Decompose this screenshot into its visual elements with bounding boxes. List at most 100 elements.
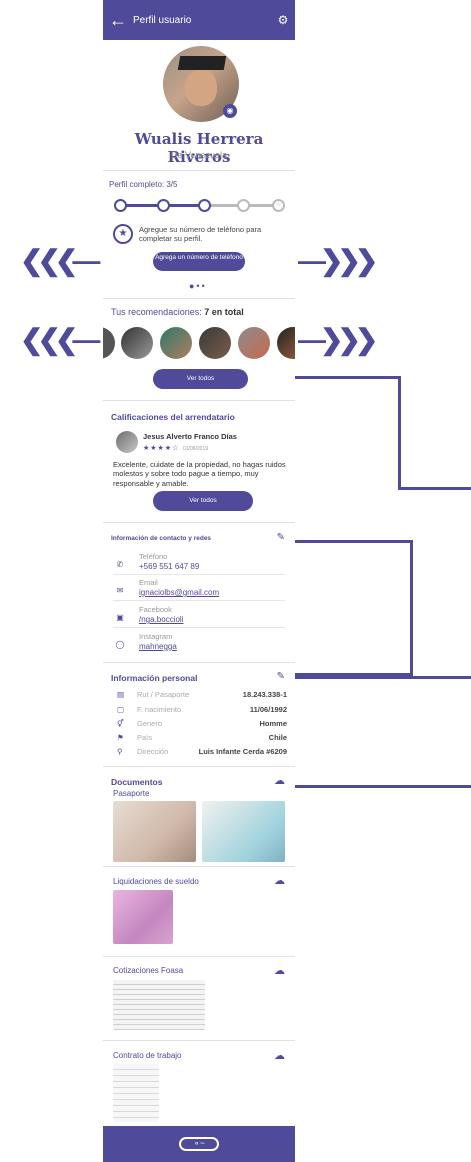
facebook-icon: ▣ — [116, 613, 124, 622]
personal-value: 18.243.338-1 — [242, 690, 287, 699]
settings-gear-icon[interactable]: ⚙ — [271, 13, 295, 27]
carousel-pager: ●•• — [189, 281, 207, 291]
profile-name: Wualis Herrera Riveros — [134, 130, 264, 166]
recommendations-see-all-label: Ver todos — [186, 375, 215, 382]
personal-row-birth: ▢ F. nacimiento 11/06/1992 — [117, 705, 287, 719]
recommendation-avatar[interactable] — [277, 327, 295, 359]
document-section-label: Liquidaciones de sueldo — [113, 877, 199, 886]
personal-row-gender: ⚥ Genero Homme — [117, 719, 287, 733]
top-bar: ← Perfil usuario ⚙ — [103, 0, 295, 40]
contact-label: Facebook — [139, 605, 172, 614]
contact-row-phone[interactable]: ✆ Teléfono +569 551 647 89 — [113, 552, 285, 574]
personal-row-address: ⚲ Dirección Luis Infante Cerda #6209 — [117, 747, 287, 761]
contact-label: Teléfono — [139, 552, 168, 561]
location-icon: ⚲ — [117, 747, 123, 756]
upload-cloud-icon[interactable]: ☁ — [274, 964, 285, 977]
salary-document-thumbnail[interactable] — [113, 890, 173, 944]
instagram-icon: ◯ — [115, 640, 125, 649]
cake-icon: ▢ — [117, 705, 125, 714]
personal-info-title: Información personal — [111, 673, 198, 683]
profile-country: De Venezuela — [170, 150, 228, 160]
passport-photo-2[interactable] — [202, 801, 285, 862]
recommendation-avatar[interactable] — [103, 327, 115, 359]
progress-step-4 — [237, 199, 250, 212]
review-text: Excelente, cuidate de la propiedad, no h… — [113, 460, 286, 488]
landlord-name: Jesus Alverto Franco Días — [143, 432, 237, 441]
mail-icon: ✉ — [116, 586, 124, 595]
carousel-next-arrow-1[interactable]: —❯❯❯ — [298, 244, 378, 277]
connector-line-2 — [295, 540, 413, 676]
recommendations-count: 7 en total — [204, 307, 244, 317]
upload-cloud-icon[interactable]: ☁ — [274, 774, 285, 787]
divider — [103, 866, 295, 867]
progress-step-3 — [198, 199, 211, 212]
connector-line-1-end — [398, 487, 471, 490]
recommendation-avatar[interactable] — [160, 327, 192, 359]
landlord-ratings-title: Calificaciones del arrendatario — [111, 412, 235, 422]
gender-icon: ⚥ — [117, 719, 124, 728]
personal-row-country: ⚑ País Chile — [117, 733, 287, 747]
connector-line-2-end — [295, 676, 471, 679]
carousel-prev-arrow-2[interactable]: ❮❮❮— — [20, 323, 100, 356]
contact-row-instagram[interactable]: ◯ Instagram mahnegga — [113, 632, 285, 654]
contact-row-facebook[interactable]: ▣ Facebook /nga.boccioli — [113, 605, 285, 627]
profile-avatar[interactable]: ◉ — [163, 46, 239, 122]
contact-label: Email — [139, 578, 158, 587]
camera-icon[interactable]: ◉ — [223, 104, 237, 118]
personal-value: Chile — [268, 733, 287, 742]
star-badge-icon: ★ — [113, 224, 133, 244]
personal-label: F. nacimiento — [137, 705, 182, 714]
carousel-next-arrow-2[interactable]: —❯❯❯ — [298, 323, 378, 356]
upload-cloud-icon[interactable]: ☁ — [274, 874, 285, 887]
divider — [103, 662, 295, 663]
graduation-cap — [177, 56, 227, 70]
contact-label: Instagram — [139, 632, 173, 641]
personal-label: Dirección — [137, 747, 169, 756]
ratings-see-all-button[interactable]: Ver todos — [153, 491, 253, 511]
divider — [103, 766, 295, 767]
divider — [103, 522, 295, 523]
landlord-avatar[interactable] — [116, 431, 138, 453]
contract-document-thumbnail[interactable] — [113, 1064, 159, 1122]
divider — [103, 298, 295, 299]
contributions-document-thumbnail[interactable] — [113, 980, 205, 1030]
back-arrow-icon[interactable]: ← — [103, 0, 133, 40]
avatar-face — [185, 70, 217, 106]
connector-line-1 — [295, 376, 401, 488]
contact-title: Información de contacto y redes — [111, 535, 212, 542]
recommendation-avatar[interactable] — [238, 327, 270, 359]
contact-value: mahnegga — [139, 642, 177, 651]
passport-photo-1[interactable] — [113, 801, 196, 862]
contact-row-email[interactable]: ✉ Email ignaciolbs@gmail.com — [113, 578, 285, 600]
row-divider — [113, 627, 285, 628]
divider — [103, 170, 295, 171]
connector-line-3 — [295, 785, 471, 788]
progress-step-2 — [157, 199, 170, 212]
completion-hint: ★ Agregue su número de teléfono para com… — [113, 224, 288, 244]
recommendations-see-all-button[interactable]: Ver todos — [153, 369, 248, 389]
rating-stars: ★★★★☆ — [143, 445, 180, 452]
key-thumb-icon[interactable]: ⚬~ — [179, 1137, 219, 1151]
recommendation-avatar[interactable] — [199, 327, 231, 359]
upload-cloud-icon[interactable]: ☁ — [274, 1049, 285, 1062]
divider — [103, 400, 295, 401]
personal-value: Luis Infante Cerda #6209 — [198, 747, 287, 756]
contact-value: ignaciolbs@gmail.com — [139, 588, 220, 597]
recommendations-prefix: Tus recomendaciones: — [111, 307, 205, 317]
row-divider — [113, 600, 285, 601]
recommendations-title: Tus recomendaciones: 7 en total — [111, 307, 244, 317]
document-section-label: Contrato de trabajo — [113, 1051, 182, 1060]
recommendation-avatar[interactable] — [121, 327, 153, 359]
documents-title: Documentos — [111, 777, 163, 787]
progress-step-5-star-icon: ☆ — [272, 199, 285, 212]
completion-label: Perfil completo: 3/5 — [109, 180, 178, 189]
personal-value: 11/06/1992 — [249, 705, 287, 714]
carousel-prev-arrow-1[interactable]: ❮❮❮— — [20, 244, 100, 277]
page-title: Perfil usuario — [133, 14, 192, 26]
id-card-icon: ▤ — [117, 690, 125, 699]
divider — [103, 1040, 295, 1041]
add-phone-button[interactable]: Agrega un número de teléfono — [153, 252, 245, 271]
edit-contact-icon[interactable]: ✎ — [277, 532, 285, 543]
edit-personal-icon[interactable]: ✎ — [277, 671, 285, 682]
document-section-label: Pasaporte — [113, 789, 150, 798]
